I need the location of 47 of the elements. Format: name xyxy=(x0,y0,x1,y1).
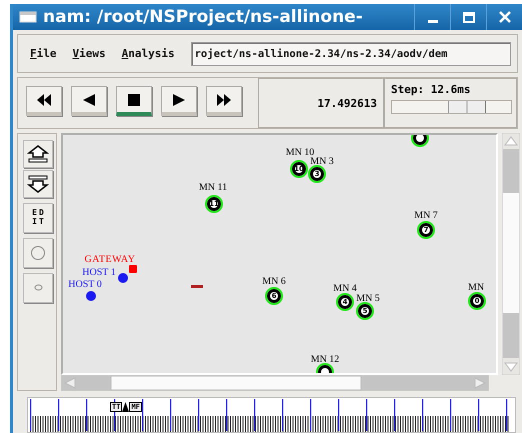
node-label: MN 4 xyxy=(333,284,357,294)
small-circle-icon xyxy=(34,284,42,292)
node-label: MN 3 xyxy=(310,156,334,167)
node-label: HOST 1 xyxy=(82,268,116,278)
playback-button[interactable] xyxy=(206,86,242,116)
node-label: GATEWAY xyxy=(84,254,136,265)
network-node[interactable] xyxy=(86,290,96,301)
playback-button[interactable] xyxy=(161,86,197,116)
network-node[interactable] xyxy=(118,272,128,283)
menu-item[interactable]: Views xyxy=(66,45,112,62)
playback-button[interactable] xyxy=(26,86,62,116)
trace-file-field[interactable]: roject/ns-allinone-2.34/ns-2.34/aodv/dem xyxy=(190,42,511,66)
simulation-time: 17.492613 xyxy=(317,96,377,110)
node-label: MN 10 xyxy=(286,148,314,158)
close-icon xyxy=(498,10,512,24)
playback-button[interactable] xyxy=(71,86,107,116)
zoom-in-button[interactable] xyxy=(23,140,53,168)
node-label: MN xyxy=(468,282,484,293)
stop-icon xyxy=(126,92,142,107)
play-icon xyxy=(171,92,187,107)
zoom-out-icon xyxy=(27,174,49,193)
network-node[interactable] xyxy=(129,264,137,273)
window-icon xyxy=(19,11,37,23)
edit-button[interactable]: EDIT xyxy=(23,202,53,233)
playback-button[interactable] xyxy=(116,86,152,116)
step-label: Step: 12.6ms xyxy=(391,83,472,96)
node-label: MN 5 xyxy=(356,294,380,304)
fast-forward-icon xyxy=(216,92,232,107)
back-arrow-icon xyxy=(81,92,97,107)
node-label: MN 6 xyxy=(262,276,286,287)
node-label: MN 11 xyxy=(198,182,228,193)
minimize-icon xyxy=(428,20,438,22)
menu-item[interactable]: File xyxy=(24,45,62,62)
maximize-icon xyxy=(462,10,476,24)
node-label: HOST 0 xyxy=(68,280,102,290)
rewind-icon xyxy=(36,92,52,107)
slider-thumb[interactable] xyxy=(448,101,486,114)
window-title: nam: /root/NSProject/ns-allinone- xyxy=(43,7,364,27)
menu-item[interactable]: Analysis xyxy=(116,45,181,62)
circle-button[interactable] xyxy=(23,238,53,268)
zoom-out-button[interactable] xyxy=(23,170,53,198)
node-label: MN 12 xyxy=(310,354,340,365)
node-label: MN 7 xyxy=(414,210,438,221)
zoom-in-icon xyxy=(27,144,49,163)
packet-mark xyxy=(191,284,203,288)
pointer-icon xyxy=(122,402,130,412)
step-slider[interactable] xyxy=(391,100,512,114)
